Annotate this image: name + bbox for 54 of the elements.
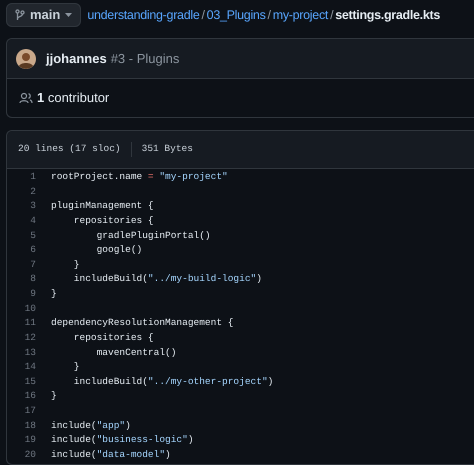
line-number: 13 — [24, 346, 36, 360]
code-line: repositories { — [72, 214, 154, 228]
code-line: pluginManagement { — [51, 199, 154, 214]
breadcrumb-link[interactable]: understanding-gradle — [87, 6, 200, 24]
line-number: 11 — [24, 316, 36, 330]
code-line: includeBuild("../my-build-logic") — [72, 272, 262, 286]
line-number: 6 — [29, 243, 36, 258]
code-line: } — [72, 258, 80, 272]
code-line: gradlePluginPortal() — [96, 228, 211, 242]
file-name: settings.gradle.kts — [335, 6, 440, 24]
code-line: include("business-logic") — [51, 433, 194, 448]
branch-button[interactable]: main — [6, 3, 82, 27]
line-number: 17 — [24, 404, 36, 418]
path-separator: / — [200, 6, 206, 24]
commit-message[interactable]: #3 - Plugins — [110, 48, 180, 68]
code-line: rootProject.name = "my-project" — [51, 170, 228, 184]
code-line: dependencyResolutionManagement { — [51, 316, 234, 330]
line-number: 16 — [24, 389, 36, 404]
line-number: 15 — [24, 374, 36, 389]
code-line: } — [51, 389, 57, 404]
avatar-icon[interactable] — [16, 48, 36, 68]
file-size: 351 Bytes — [140, 142, 193, 156]
line-number: 3 — [29, 199, 36, 214]
code-line: include("data-model") — [51, 448, 171, 462]
code-line: includeBuild("../my-other-project") — [72, 374, 274, 389]
breadcrumb-link[interactable]: my-project — [272, 6, 328, 24]
line-number: 8 — [29, 272, 36, 286]
branch-icon — [15, 9, 25, 21]
code-line: mavenCentral() — [96, 346, 176, 360]
line-number: 4 — [29, 214, 36, 228]
line-number: 12 — [24, 330, 36, 345]
line-number: 1 — [29, 170, 36, 184]
breadcrumb-link[interactable]: 03_Plugins — [206, 6, 266, 24]
line-count: 20 lines (17 sloc) — [18, 142, 132, 157]
line-number: 7 — [29, 258, 36, 272]
code-line: } — [51, 287, 57, 301]
line-number: 18 — [24, 418, 36, 433]
contributors-link[interactable]: 1 contributor — [37, 88, 110, 108]
line-number: 9 — [29, 287, 36, 301]
code-line: repositories { — [72, 330, 154, 345]
line-number: 10 — [24, 302, 36, 316]
code-line: google() — [96, 243, 142, 258]
people-icon — [19, 92, 33, 104]
commit-author[interactable]: jjohannes — [46, 48, 107, 68]
path-separator: / — [266, 6, 272, 24]
line-number: 5 — [29, 228, 36, 242]
code-line: } — [72, 360, 80, 374]
code-line: include("app") — [51, 418, 131, 433]
path-separator: / — [329, 6, 334, 24]
line-number: 20 — [24, 448, 36, 462]
caret-icon — [65, 13, 72, 17]
line-number: 19 — [24, 433, 36, 448]
line-number: 14 — [24, 360, 36, 374]
line-number: 2 — [29, 184, 36, 199]
